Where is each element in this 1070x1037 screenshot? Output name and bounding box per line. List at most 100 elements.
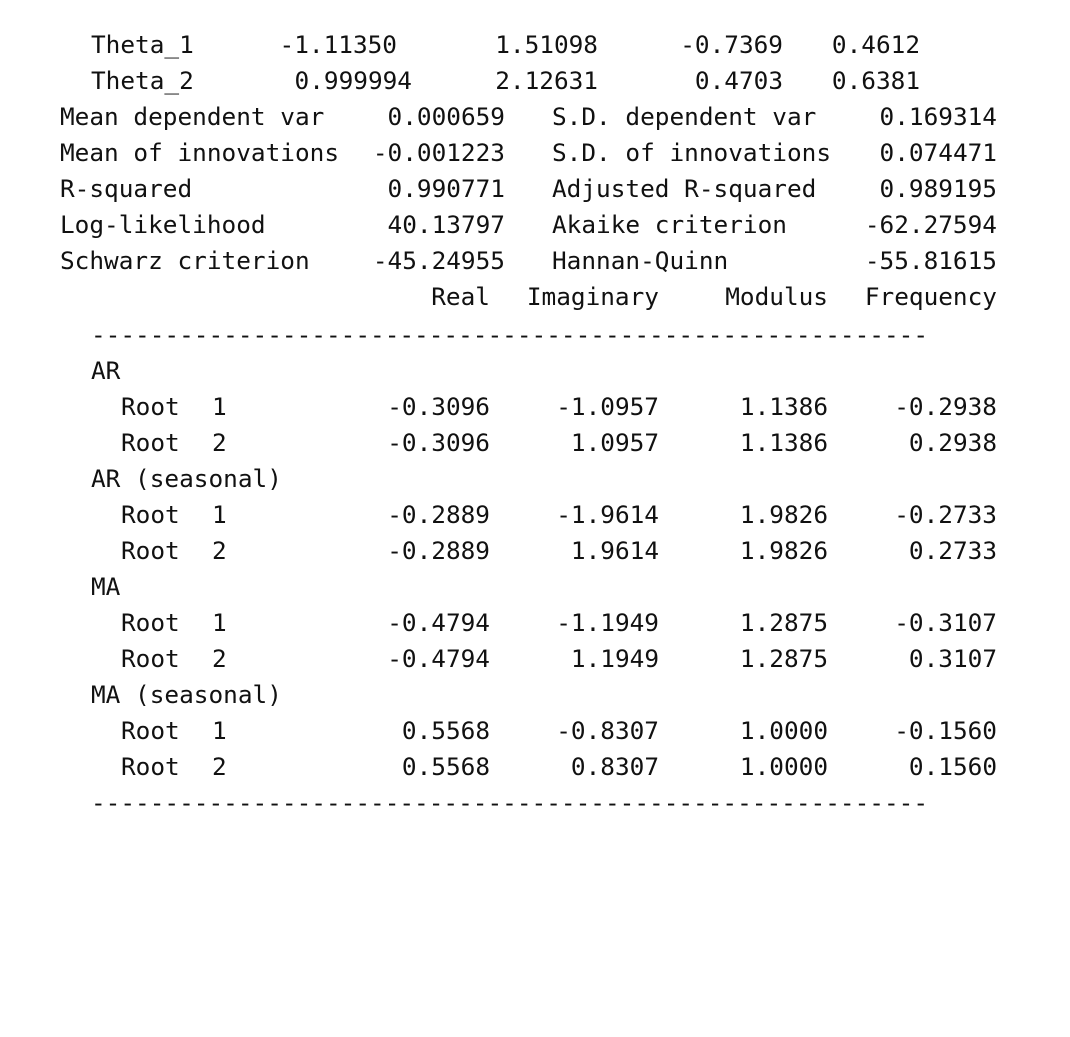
root-row: Root 1 -0.3096 -1.0957 1.1386 -0.2938	[0, 389, 1070, 425]
stat-label: S.D. dependent var	[552, 102, 817, 131]
root-row: Root 2 -0.2889 1.9614 1.9826 0.2733	[0, 533, 1070, 569]
p-value: 0.6381	[831, 66, 920, 95]
root-label: Root	[121, 644, 180, 673]
coef-name: Theta_1	[91, 30, 194, 59]
root-number: 1	[212, 500, 227, 529]
root-modulus: 1.0000	[739, 752, 828, 781]
root-modulus: 1.2875	[739, 608, 828, 637]
header-modulus: Modulus	[725, 282, 828, 311]
root-frequency: -0.1560	[894, 716, 997, 745]
root-number: 1	[212, 608, 227, 637]
stat-label: Adjusted R-squared	[552, 174, 817, 203]
root-row: Root 2 -0.3096 1.0957 1.1386 0.2938	[0, 425, 1070, 461]
root-row: Root 1 0.5568 -0.8307 1.0000 -0.1560	[0, 713, 1070, 749]
stat-value: 0.074471	[879, 138, 997, 167]
std-error: 1.51098	[495, 30, 598, 59]
root-real: -0.2889	[387, 500, 490, 529]
root-imaginary: -0.8307	[556, 716, 659, 745]
root-number: 1	[212, 392, 227, 421]
stat-label: Schwarz criterion	[60, 246, 310, 275]
root-imaginary: 1.9614	[570, 536, 659, 565]
root-label: Root	[121, 500, 180, 529]
root-label: Root	[121, 536, 180, 565]
stat-value: 40.13797	[387, 210, 505, 239]
root-number: 2	[212, 428, 227, 457]
separator-top: ----------------------------------------…	[91, 320, 929, 349]
stat-label: Hannan-Quinn	[552, 246, 729, 275]
root-frequency: -0.2938	[894, 392, 997, 421]
stats-row: Log-likelihood 40.13797 Akaike criterion…	[0, 207, 1070, 243]
root-frequency: 0.2733	[908, 536, 997, 565]
root-frequency: 0.1560	[908, 752, 997, 781]
stat-label: Log-likelihood	[60, 210, 266, 239]
root-real: 0.5568	[401, 752, 490, 781]
header-imaginary: Imaginary	[526, 282, 659, 311]
root-real: -0.4794	[387, 608, 490, 637]
header-frequency: Frequency	[864, 282, 997, 311]
root-imaginary: 0.8307	[570, 752, 659, 781]
z-stat: 0.4703	[694, 66, 783, 95]
std-error: 2.12631	[495, 66, 598, 95]
root-real: -0.3096	[387, 428, 490, 457]
coef-name: Theta_2	[91, 66, 194, 95]
root-real: -0.3096	[387, 392, 490, 421]
root-row: Root 2 0.5568 0.8307 1.0000 0.1560	[0, 749, 1070, 785]
root-imaginary: 1.1949	[570, 644, 659, 673]
stat-value: -55.81615	[864, 246, 997, 275]
stat-value: -0.001223	[372, 138, 505, 167]
stat-value: -62.27594	[864, 210, 997, 239]
root-modulus: 1.0000	[739, 716, 828, 745]
coef-row-theta-2: Theta_2 0.999994 2.12631 0.4703 0.6381	[0, 63, 1070, 99]
coef-value: 0.999994	[294, 66, 412, 95]
root-modulus: 1.9826	[739, 500, 828, 529]
root-modulus: 1.9826	[739, 536, 828, 565]
root-modulus: 1.1386	[739, 392, 828, 421]
root-imaginary: -1.0957	[556, 392, 659, 421]
root-row: Root 1 -0.4794 -1.1949 1.2875 -0.3107	[0, 605, 1070, 641]
root-row: Root 2 -0.4794 1.1949 1.2875 0.3107	[0, 641, 1070, 677]
root-number: 2	[212, 752, 227, 781]
stat-label: Mean of innovations	[60, 138, 340, 167]
root-frequency: 0.2938	[908, 428, 997, 457]
root-number: 2	[212, 536, 227, 565]
root-label: Root	[121, 608, 180, 637]
stat-value: 0.990771	[387, 174, 505, 203]
stats-row: Mean of innovations -0.001223 S.D. of in…	[0, 135, 1070, 171]
model-output-document: Theta_1 -1.11350 1.51098 -0.7369 0.4612 …	[0, 0, 1070, 820]
root-imaginary: -1.9614	[556, 500, 659, 529]
root-real: 0.5568	[401, 716, 490, 745]
group-label-ar-seasonal: AR (seasonal)	[91, 464, 282, 493]
root-real: -0.4794	[387, 644, 490, 673]
stats-row: R-squared 0.990771 Adjusted R-squared 0.…	[0, 171, 1070, 207]
stat-label: Akaike criterion	[552, 210, 787, 239]
separator-bottom: ----------------------------------------…	[91, 788, 929, 817]
root-label: Root	[121, 428, 180, 457]
z-stat: -0.7369	[680, 30, 783, 59]
group-label-ma-seasonal: MA (seasonal)	[91, 680, 282, 709]
stat-label: Mean dependent var	[60, 102, 325, 131]
stat-value: 0.169314	[879, 102, 997, 131]
root-label: Root	[121, 752, 180, 781]
stat-label: S.D. of innovations	[552, 138, 832, 167]
stat-value: 0.000659	[387, 102, 505, 131]
stat-value: -45.24955	[372, 246, 505, 275]
group-label-ar: AR	[91, 356, 121, 385]
root-label: Root	[121, 716, 180, 745]
stats-row: Mean dependent var 0.000659 S.D. depende…	[0, 99, 1070, 135]
root-frequency: -0.2733	[894, 500, 997, 529]
root-number: 1	[212, 716, 227, 745]
stat-label: R-squared	[60, 174, 193, 203]
root-row: Root 1 -0.2889 -1.9614 1.9826 -0.2733	[0, 497, 1070, 533]
root-frequency: -0.3107	[894, 608, 997, 637]
stats-row: Schwarz criterion -45.24955 Hannan-Quinn…	[0, 243, 1070, 279]
group-label-ma: MA	[91, 572, 121, 601]
root-label: Root	[121, 392, 180, 421]
root-modulus: 1.1386	[739, 428, 828, 457]
root-number: 2	[212, 644, 227, 673]
root-modulus: 1.2875	[739, 644, 828, 673]
root-imaginary: -1.1949	[556, 608, 659, 637]
roots-table-header: Real Imaginary Modulus Frequency	[0, 279, 1070, 315]
coef-row-theta-1: Theta_1 -1.11350 1.51098 -0.7369 0.4612	[0, 27, 1070, 63]
stat-value: 0.989195	[879, 174, 997, 203]
root-frequency: 0.3107	[908, 644, 997, 673]
